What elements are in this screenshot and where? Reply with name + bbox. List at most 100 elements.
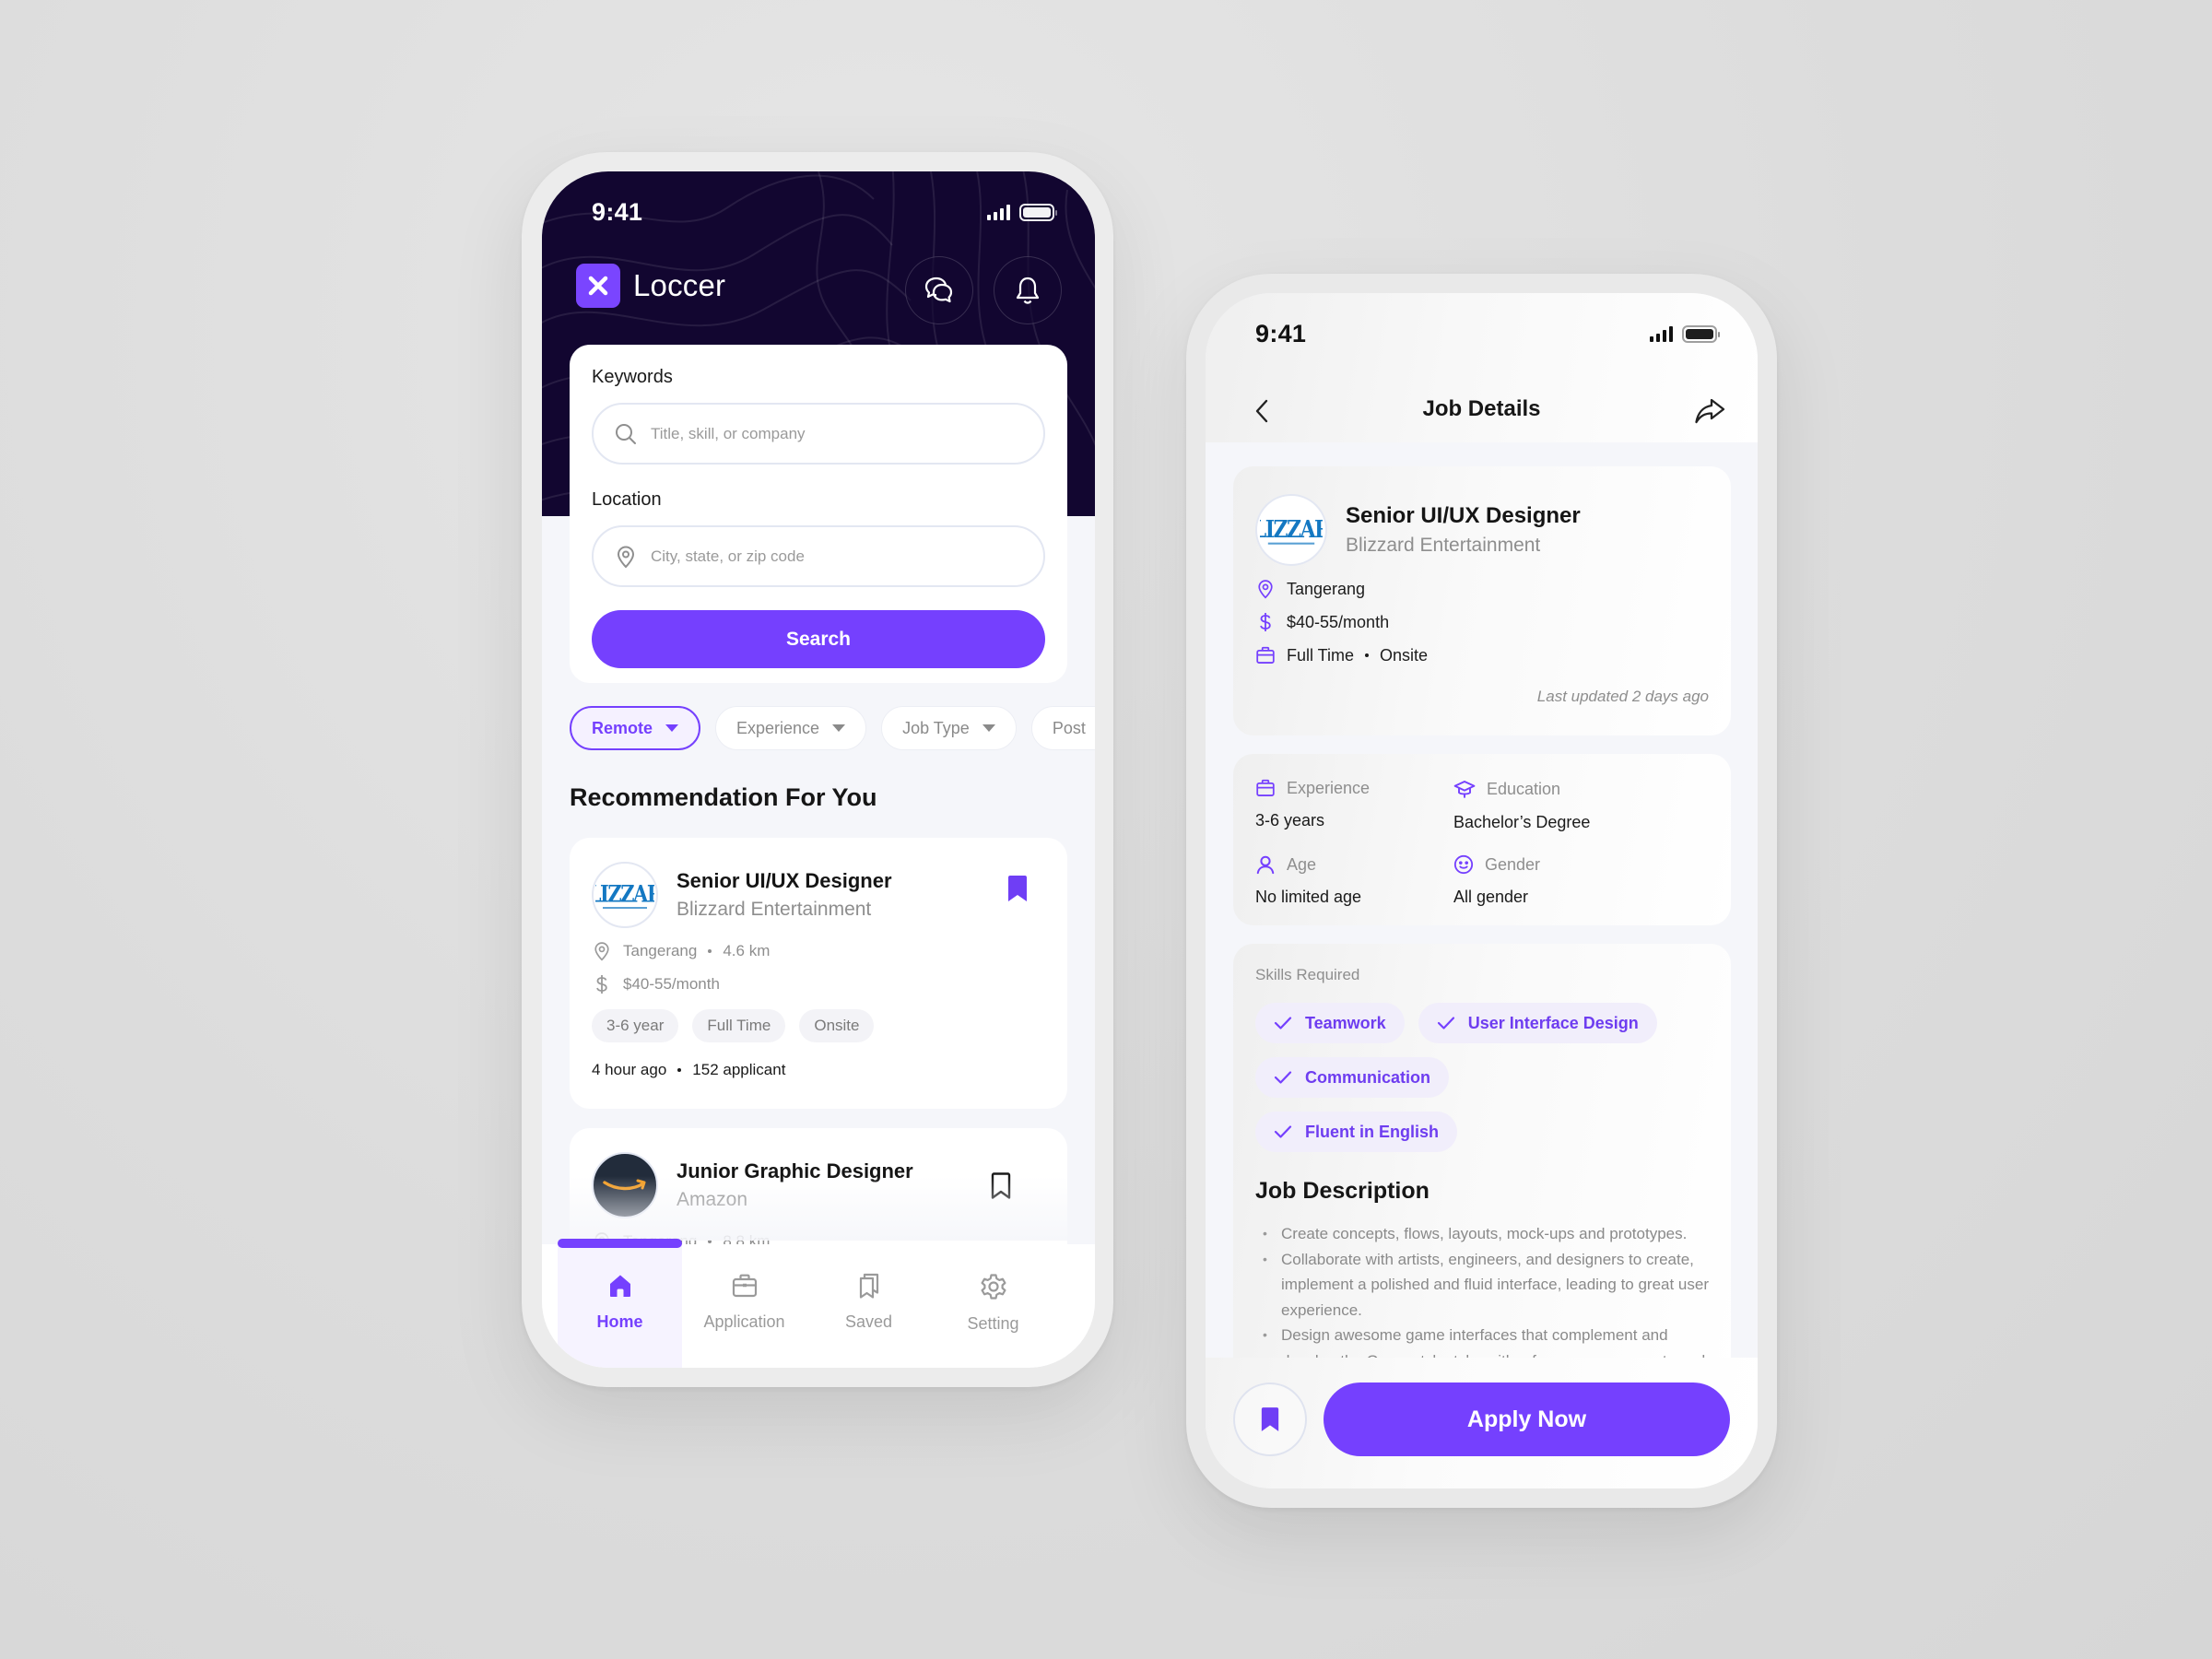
user-icon xyxy=(1256,855,1275,875)
nav-item-home[interactable]: Home xyxy=(558,1239,682,1368)
requirement-gender: Gender All gender xyxy=(1453,854,1709,907)
bookmarks-icon xyxy=(859,1273,878,1299)
job-salary-row: $40-55/month xyxy=(592,974,1045,994)
requirement-value: All gender xyxy=(1453,888,1529,906)
check-icon xyxy=(1274,1125,1292,1138)
nav-item-application[interactable]: Application xyxy=(682,1244,806,1368)
filter-label: Experience xyxy=(736,718,820,737)
gear-icon xyxy=(981,1274,1006,1300)
requirement-experience: Experience 3-6 years xyxy=(1255,778,1453,832)
share-icon xyxy=(1695,398,1725,424)
job-footer: 4 hour ago 152 applicant xyxy=(592,1061,1045,1079)
skills-list: Teamwork User Interface Design Communica… xyxy=(1255,1003,1661,1152)
skill-label: Communication xyxy=(1305,1067,1431,1087)
skills-label: Skills Required xyxy=(1255,966,1360,983)
job-summary-card: BLIZZARD Senior UI/UX Designer Blizzard … xyxy=(1233,466,1731,735)
smile-icon xyxy=(1453,854,1474,875)
home-icon xyxy=(609,1275,630,1297)
job-salary: $40-55/month xyxy=(623,975,720,993)
requirement-label: Age xyxy=(1287,854,1317,874)
filter-label: Remote xyxy=(592,718,653,737)
requirement-label: Education xyxy=(1487,779,1561,798)
requirement-value: Bachelor’s Degree xyxy=(1453,813,1591,831)
job-type: Full Time xyxy=(1287,645,1355,665)
svg-text:BLIZZARD: BLIZZARD xyxy=(1260,514,1323,544)
tag-job-type: Full Time xyxy=(692,1009,786,1042)
job-work-mode: Onsite xyxy=(1380,645,1429,665)
search-button[interactable]: Search xyxy=(592,610,1045,668)
app-brand: Loccer xyxy=(576,264,725,308)
bottom-navigation: Home Application Saved Setting xyxy=(542,1239,1095,1368)
job-details-screen: 9:41 Job Details BLIZZARD xyxy=(1206,293,1758,1488)
app-name: Loccer xyxy=(633,268,726,302)
blizzard-logo: BLIZZARD xyxy=(592,862,658,928)
back-button[interactable] xyxy=(1244,393,1281,429)
last-updated: Last updated 2 days ago xyxy=(1536,688,1709,705)
nav-item-setting[interactable]: Setting xyxy=(931,1244,1055,1368)
messages-button[interactable] xyxy=(905,256,973,324)
tag-work-mode: Onsite xyxy=(799,1009,875,1042)
caret-down-icon xyxy=(982,724,995,732)
status-time: 9:41 xyxy=(1255,319,1307,347)
separator-dot xyxy=(677,1068,682,1072)
battery-icon xyxy=(1682,324,1720,343)
page-title: Job Details xyxy=(1422,396,1541,421)
requirement-label: Experience xyxy=(1287,778,1371,797)
details-header: 9:41 Job Details xyxy=(1206,293,1758,442)
job-salary-row: $40-55/month xyxy=(1255,612,1709,632)
search-form: Keywords Title, skill, or company Locati… xyxy=(570,345,1067,683)
battery-icon xyxy=(1019,203,1057,221)
job-salary: $40-55/month xyxy=(1287,612,1390,631)
nav-item-saved[interactable]: Saved xyxy=(806,1244,931,1368)
job-location-row: Tangerang xyxy=(1255,579,1709,599)
caret-down-icon xyxy=(665,724,679,732)
filter-chip-post[interactable]: Post xyxy=(1030,706,1095,750)
notifications-button[interactable] xyxy=(994,256,1062,324)
nav-label: Home xyxy=(596,1312,643,1331)
save-job-button[interactable] xyxy=(1233,1382,1307,1456)
skills-description-card: Skills Required Teamwork User Interface … xyxy=(1233,944,1731,1423)
filter-chips: Remote Experience Job Type Post xyxy=(570,706,1095,750)
job-title: Senior UI/UX Designer xyxy=(677,869,892,892)
job-card[interactable]: BLIZZARD Senior UI/UX Designer Blizzard … xyxy=(570,838,1067,1109)
check-icon xyxy=(1274,1017,1292,1030)
job-company: Blizzard Entertainment xyxy=(677,899,872,920)
skill-label: User Interface Design xyxy=(1467,1013,1639,1032)
filter-chip-job-type[interactable]: Job Type xyxy=(881,706,1017,750)
briefcase-icon xyxy=(1256,646,1275,664)
briefcase-icon xyxy=(1256,779,1275,796)
caret-down-icon xyxy=(832,724,846,732)
job-distance: 4.6 km xyxy=(723,942,771,959)
share-button[interactable] xyxy=(1691,393,1728,429)
job-posted-time: 4 hour ago xyxy=(592,1061,667,1078)
location-input[interactable]: City, state, or zip code xyxy=(592,525,1045,587)
requirement-education: Education Bachelor’s Degree xyxy=(1453,778,1709,832)
job-location: Tangerang xyxy=(623,942,698,959)
bookmark-icon xyxy=(1261,1407,1279,1431)
x-logo-icon xyxy=(576,264,620,308)
requirement-age: Age No limited age xyxy=(1255,854,1453,907)
dollar-icon xyxy=(596,975,607,994)
nav-label: Saved xyxy=(844,1312,893,1331)
job-company: Blizzard Entertainment xyxy=(1346,535,1541,556)
keywords-input[interactable]: Title, skill, or company xyxy=(592,403,1045,465)
separator-dot xyxy=(1365,653,1370,657)
apply-now-button[interactable]: Apply Now xyxy=(1324,1382,1730,1456)
job-description-item: Collaborate with artists, engineers, and… xyxy=(1259,1247,1709,1324)
map-pin-icon xyxy=(1258,580,1273,599)
chevron-left-icon xyxy=(1255,399,1268,423)
section-title: Recommendation For You xyxy=(570,783,877,811)
filter-chip-remote[interactable]: Remote xyxy=(570,706,701,750)
requirement-value: 3-6 years xyxy=(1255,811,1325,830)
filter-chip-experience[interactable]: Experience xyxy=(715,706,867,750)
keywords-placeholder: Title, skill, or company xyxy=(651,424,806,442)
signal-bars-icon xyxy=(987,204,1010,220)
signal-bars-icon xyxy=(1650,325,1673,342)
map-pin-icon xyxy=(617,545,635,568)
bookmark-filled-icon[interactable] xyxy=(1006,875,1029,902)
bell-icon xyxy=(1016,276,1040,304)
home-screen: 9:41 Loccer Keywords Title, skill, or co… xyxy=(542,171,1095,1368)
map-pin-icon xyxy=(594,942,609,961)
filter-label: Post xyxy=(1052,718,1086,737)
job-location-row: Tangerang 4.6 km xyxy=(592,941,1045,961)
